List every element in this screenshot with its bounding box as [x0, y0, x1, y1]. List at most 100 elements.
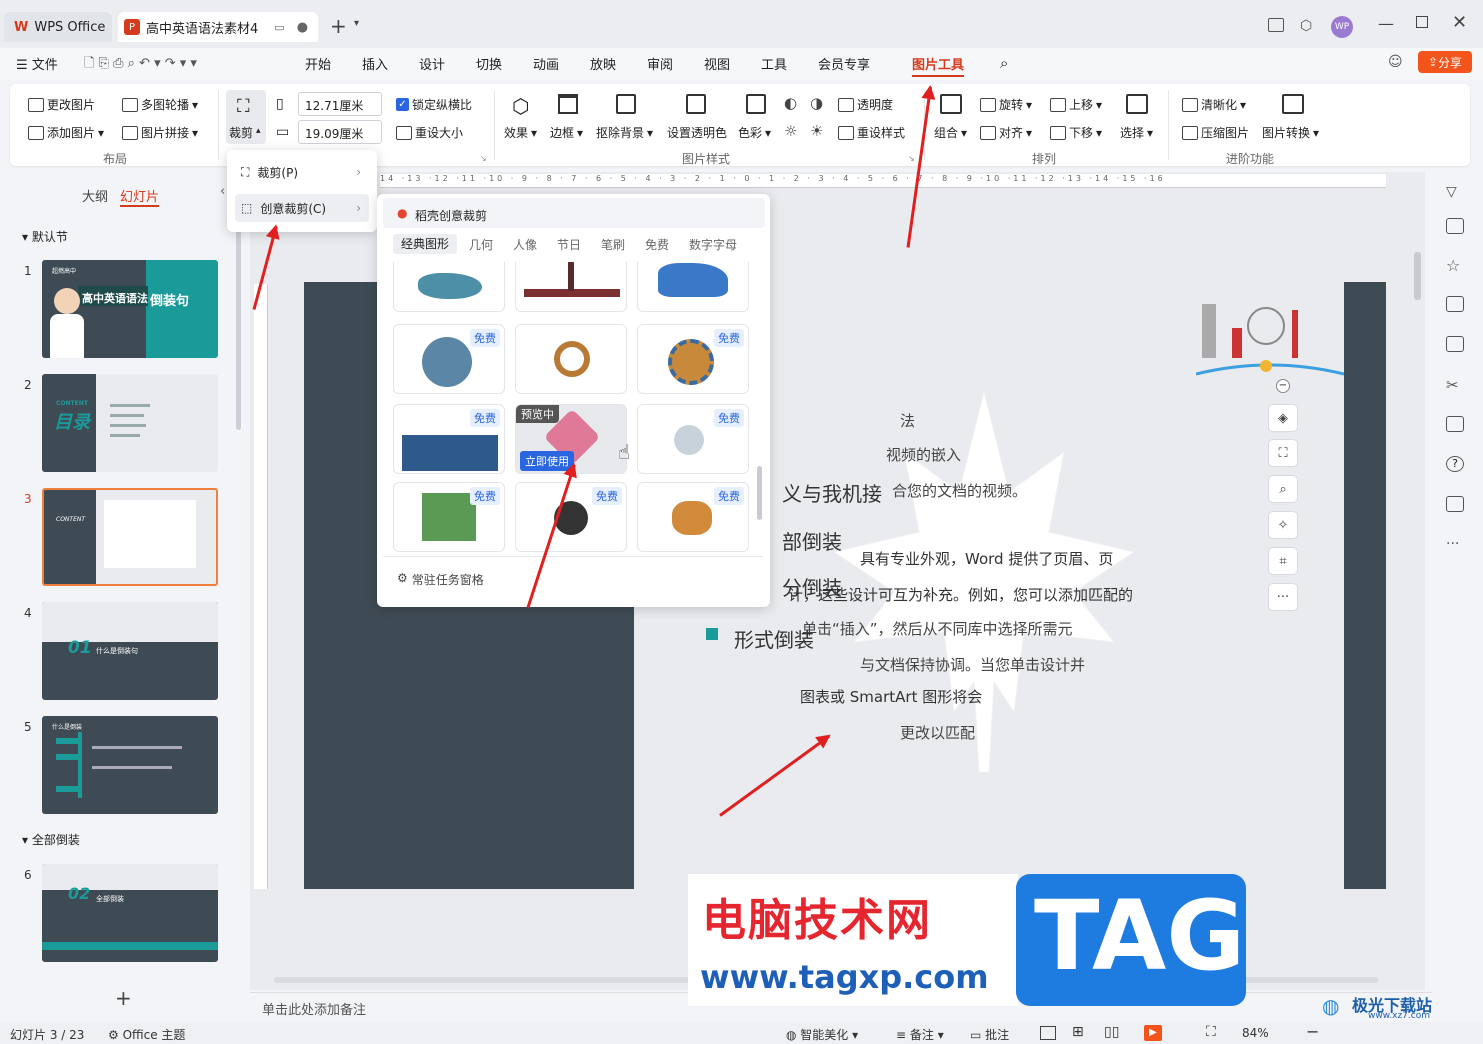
menu-slideshow[interactable]: 放映: [590, 54, 616, 73]
section-full-inversion[interactable]: ▾ 全部倒装: [22, 831, 80, 848]
new-tab-button[interactable]: +: [330, 14, 347, 38]
file-menu[interactable]: ☰ 文件: [16, 54, 58, 73]
reading-view-icon[interactable]: ▯▯: [1104, 1024, 1119, 1040]
tab-wps-office[interactable]: W WPS Office: [4, 12, 112, 42]
smart-beautify-button[interactable]: ◍ 智能美化 ▾: [786, 1026, 858, 1043]
rotate-button[interactable]: 旋转 ▾: [980, 96, 1032, 113]
shape-card-paint[interactable]: 免费: [637, 482, 749, 552]
menu-home[interactable]: 开始: [305, 54, 331, 73]
add-slide-button[interactable]: +: [115, 986, 132, 1010]
menu-design[interactable]: 设计: [419, 54, 445, 73]
close-icon[interactable]: ✕: [1452, 12, 1467, 33]
slide-thumbnail-3-selected[interactable]: CONTENT: [42, 488, 218, 586]
canvas-vertical-scrollbar[interactable]: [1414, 252, 1421, 300]
play-slideshow-icon[interactable]: ▶: [1144, 1025, 1162, 1041]
star-icon[interactable]: ☆: [1446, 256, 1464, 275]
pin-task-pane-button[interactable]: ⚙ 常驻任务窗格: [397, 571, 484, 588]
slide-thumbnail-5[interactable]: 什么是倒装: [42, 716, 218, 814]
chevron-down-icon[interactable]: ▾: [354, 18, 359, 29]
dialog-launcher-icon[interactable]: ↘: [480, 154, 487, 163]
tab-free[interactable]: 免费: [645, 236, 669, 253]
tools-icon[interactable]: ✂: [1446, 376, 1464, 394]
shape-card-bear[interactable]: [637, 262, 749, 312]
set-transparent-color-button[interactable]: 设置透明色: [667, 124, 727, 141]
copy-icon[interactable]: [1446, 296, 1464, 312]
tab-classic-shapes[interactable]: 经典图形: [393, 234, 457, 254]
shape-card-sun[interactable]: 免费: [637, 324, 749, 394]
zoom-level[interactable]: 84%: [1242, 1026, 1269, 1040]
menu-review[interactable]: 审阅: [647, 54, 673, 73]
tab-portrait[interactable]: 人像: [513, 236, 537, 253]
contrast-icon[interactable]: ◑: [810, 94, 823, 112]
layout-icon[interactable]: [1268, 18, 1284, 32]
menu-transition[interactable]: 切换: [476, 54, 502, 73]
picture-collage-button[interactable]: 图片拼接 ▾: [122, 124, 198, 141]
brightness-up-icon[interactable]: ◐: [784, 94, 797, 112]
compress-picture-button[interactable]: 压缩图片: [1182, 124, 1249, 141]
notes-toggle-button[interactable]: ≡ 备注 ▾: [896, 1026, 944, 1043]
fit-window-icon[interactable]: ⛶: [1206, 1024, 1216, 1040]
lock-ratio-checkbox[interactable]: ✓ 锁定纵横比: [396, 96, 472, 113]
creative-crop-menu-item[interactable]: ⬚ 创意裁剪(C) ›: [235, 194, 369, 222]
tab-slides[interactable]: 幻灯片: [120, 186, 160, 207]
menu-animation[interactable]: 动画: [533, 54, 559, 73]
group-button[interactable]: 组合 ▾: [934, 124, 967, 141]
border-button[interactable]: 边框 ▾: [550, 124, 583, 141]
align-button[interactable]: 对齐 ▾: [980, 124, 1032, 141]
reset-style-button[interactable]: 重设样式: [838, 124, 905, 141]
maximize-icon[interactable]: [1416, 16, 1428, 28]
more-tool-button[interactable]: ···: [1268, 583, 1298, 611]
shape-card-deer[interactable]: 免费: [393, 482, 505, 552]
avatar[interactable]: WP: [1331, 16, 1353, 38]
select-button[interactable]: 选择 ▾: [1120, 124, 1153, 141]
picture-convert-button[interactable]: 图片转换 ▾: [1262, 124, 1319, 141]
shirt-icon[interactable]: [1446, 496, 1464, 512]
shape-card-wreath[interactable]: [515, 324, 627, 394]
transparency-button[interactable]: 透明度: [838, 96, 893, 113]
filter-icon[interactable]: ▽: [1446, 184, 1464, 200]
menu-picture-tools[interactable]: 图片工具: [912, 54, 965, 77]
ai-icon[interactable]: [1446, 336, 1464, 352]
grid-view-icon[interactable]: ⊞: [1072, 1024, 1084, 1040]
slide-thumbnail-2[interactable]: CONTENT 目录: [42, 374, 218, 472]
effects-button[interactable]: 效果 ▾: [504, 124, 537, 141]
tab-numbers-letters[interactable]: 数字字母: [689, 236, 737, 253]
help-icon[interactable]: ?: [1446, 456, 1464, 472]
tab-brush[interactable]: 笔刷: [601, 236, 625, 253]
slide-thumbnail-6[interactable]: 02 全部倒装: [42, 864, 218, 962]
panel-scrollbar[interactable]: [757, 466, 762, 520]
monitor-icon[interactable]: ▭: [274, 21, 284, 34]
shape-card-ink[interactable]: 免费: [515, 482, 627, 552]
menu-view[interactable]: 视图: [704, 54, 730, 73]
magic-tool-button[interactable]: ✧: [1268, 511, 1298, 539]
dialog-launcher-icon[interactable]: ↘: [908, 154, 915, 163]
tab-festival[interactable]: 节日: [557, 236, 581, 253]
menu-tools[interactable]: 工具: [761, 54, 787, 73]
book-icon[interactable]: [1446, 416, 1464, 432]
shape-card-splash[interactable]: 免费: [637, 404, 749, 474]
add-picture-button[interactable]: 添加图片 ▾: [28, 124, 104, 141]
color-button[interactable]: 色彩 ▾: [738, 124, 771, 141]
search-icon[interactable]: ⌕: [1000, 54, 1008, 72]
theme-indicator[interactable]: ⚙ Office 主题: [108, 1026, 185, 1043]
bring-forward-button[interactable]: 上移 ▾: [1050, 96, 1102, 113]
send-backward-button[interactable]: 下移 ▾: [1050, 124, 1102, 141]
more-icon[interactable]: ···: [1446, 536, 1464, 552]
width-input[interactable]: 12.71厘米: [298, 92, 382, 116]
section-default[interactable]: ▾ 默认节: [22, 228, 68, 245]
brightness-down-icon[interactable]: ☼: [784, 122, 797, 140]
tab-document[interactable]: P 高中英语语法素材4 ▭ ●: [118, 12, 318, 42]
reset-size-button[interactable]: 重设大小: [396, 124, 463, 141]
tab-geometry[interactable]: 几何: [469, 236, 493, 253]
settings-sliders-icon[interactable]: [1446, 218, 1464, 234]
zoom-out-icon[interactable]: −: [1306, 1022, 1319, 1041]
change-picture-button[interactable]: 更改图片: [28, 96, 95, 113]
remove-background-button[interactable]: 抠除背景 ▾: [596, 124, 653, 141]
shape-card-whale[interactable]: [393, 262, 505, 312]
maple-leaf-image[interactable]: [824, 382, 1144, 782]
menu-insert[interactable]: 插入: [362, 54, 388, 73]
panel-scrollbar[interactable]: [236, 220, 241, 430]
multi-carousel-button[interactable]: 多图轮播 ▾: [122, 96, 198, 113]
tab-outline[interactable]: 大纲: [82, 186, 108, 205]
chat-icon[interactable]: ☺: [1388, 54, 1403, 70]
